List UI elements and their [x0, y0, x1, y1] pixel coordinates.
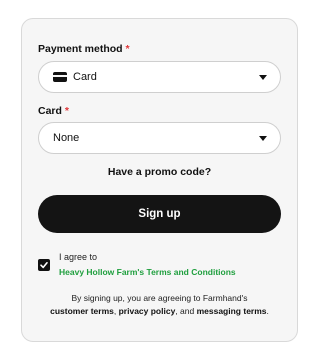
card-value: None	[53, 132, 80, 144]
sign-up-button[interactable]: Sign up	[38, 195, 281, 233]
fine-print-separator: , and	[175, 306, 197, 316]
card-select[interactable]: None	[38, 122, 281, 154]
required-mark: *	[64, 105, 69, 117]
promo-code-link[interactable]: Have a promo code?	[22, 166, 297, 178]
customer-terms-link[interactable]: customer terms	[50, 306, 114, 316]
checkmark-icon	[40, 261, 48, 269]
messaging-terms-link[interactable]: messaging terms	[197, 306, 267, 316]
privacy-policy-link[interactable]: privacy policy	[119, 306, 176, 316]
card-label-text: Card	[38, 105, 62, 117]
legal-fine-print: By signing up, you are agreeing to Farmh…	[30, 292, 289, 318]
terms-conditions-link[interactable]: Heavy Hollow Farm's Terms and Conditions	[59, 267, 236, 277]
payment-method-select[interactable]: Card	[38, 61, 281, 93]
fine-print-prefix: By signing up, you are agreeing to Farmh…	[71, 293, 248, 303]
credit-card-icon	[53, 72, 67, 82]
fine-print-suffix: .	[266, 306, 269, 316]
payment-method-label: Payment method *	[38, 43, 130, 55]
signup-form-card: Payment method * Card Card * None Have a…	[21, 18, 298, 342]
card-label: Card *	[38, 105, 69, 117]
chevron-down-icon	[259, 75, 267, 80]
chevron-down-icon	[259, 136, 267, 141]
payment-method-value: Card	[73, 71, 97, 83]
terms-agree-text: I agree to	[59, 252, 98, 262]
required-mark: *	[125, 43, 130, 55]
payment-method-label-text: Payment method	[38, 43, 123, 55]
terms-checkbox[interactable]	[38, 259, 50, 271]
